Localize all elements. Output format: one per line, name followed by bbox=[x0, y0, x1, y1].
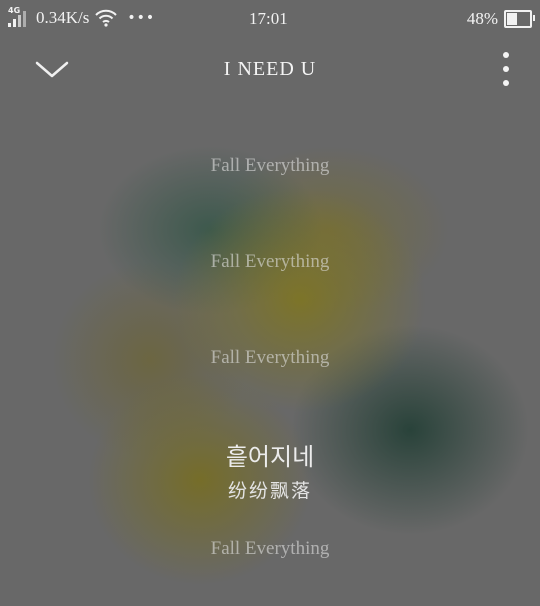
lyric-line: Fall Everything bbox=[210, 155, 330, 176]
current-lyric-text: 흩어지네 bbox=[225, 443, 315, 471]
lyric-line: Fall Everything bbox=[210, 347, 330, 368]
lyrics-view[interactable]: Fall Everything Fall Everything Fall Eve… bbox=[0, 0, 540, 606]
current-lyric-translation: 纷纷飘落 bbox=[227, 480, 312, 502]
lyric-line: Fall Everything bbox=[210, 251, 330, 272]
current-lyric: 흩어지네 纷纷飘落 bbox=[0, 437, 540, 503]
lyric-line: Fall Everything bbox=[210, 538, 330, 559]
